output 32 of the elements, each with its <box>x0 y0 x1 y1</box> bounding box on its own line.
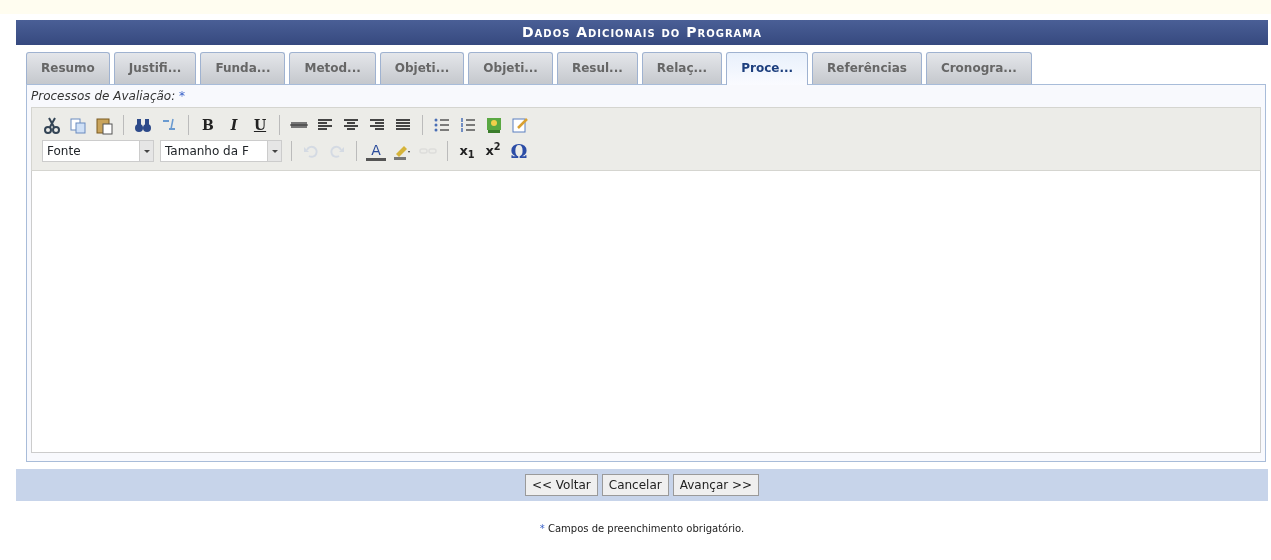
tab[interactable]: Objeti... <box>379 52 465 84</box>
nav-button[interactable]: << Voltar <box>524 474 598 496</box>
numbered-list-icon[interactable] <box>458 115 478 135</box>
tab[interactable]: Objeti... <box>468 52 553 84</box>
format-button[interactable]: x$^{2}$ <box>483 141 503 161</box>
format-button[interactable]: U <box>250 114 270 136</box>
tab[interactable]: Metod... <box>289 52 376 84</box>
dropdown[interactable]: Tamanho da F <box>160 140 282 162</box>
tab[interactable]: Justifi... <box>113 52 197 84</box>
tab[interactable]: Proce... <box>726 52 809 85</box>
format-button[interactable]: B <box>198 114 218 136</box>
tab[interactable]: Referências <box>812 52 922 84</box>
format-button[interactable]: Ω <box>509 136 529 166</box>
panel-title: Dados Adicionais do Programa <box>16 20 1268 45</box>
format-button[interactable]: I <box>224 114 244 136</box>
format-button[interactable]: x$_{1}$ <box>457 141 477 161</box>
paste-icon[interactable] <box>94 115 114 135</box>
tab[interactable]: Relaç... <box>641 52 723 84</box>
tab[interactable]: Resul... <box>556 52 638 84</box>
field-label: Processos de Avaliação: * <box>31 88 187 105</box>
copy-icon[interactable] <box>68 115 88 135</box>
cut-icon[interactable] <box>42 115 62 135</box>
tab[interactable]: Funda... <box>200 52 286 84</box>
required-note: * Campos de preenchimento obrigatório. <box>538 522 746 536</box>
format-button[interactable]: A <box>366 141 386 161</box>
tab[interactable]: Resumo <box>26 52 110 84</box>
tab[interactable]: Cronogra... <box>925 52 1032 84</box>
nav-button[interactable]: Avançar >> <box>672 474 760 496</box>
image-icon[interactable] <box>484 115 504 135</box>
edit-icon[interactable] <box>510 115 530 135</box>
nav-button[interactable]: Cancelar <box>601 474 669 496</box>
dropdown[interactable]: Fonte <box>42 140 154 162</box>
